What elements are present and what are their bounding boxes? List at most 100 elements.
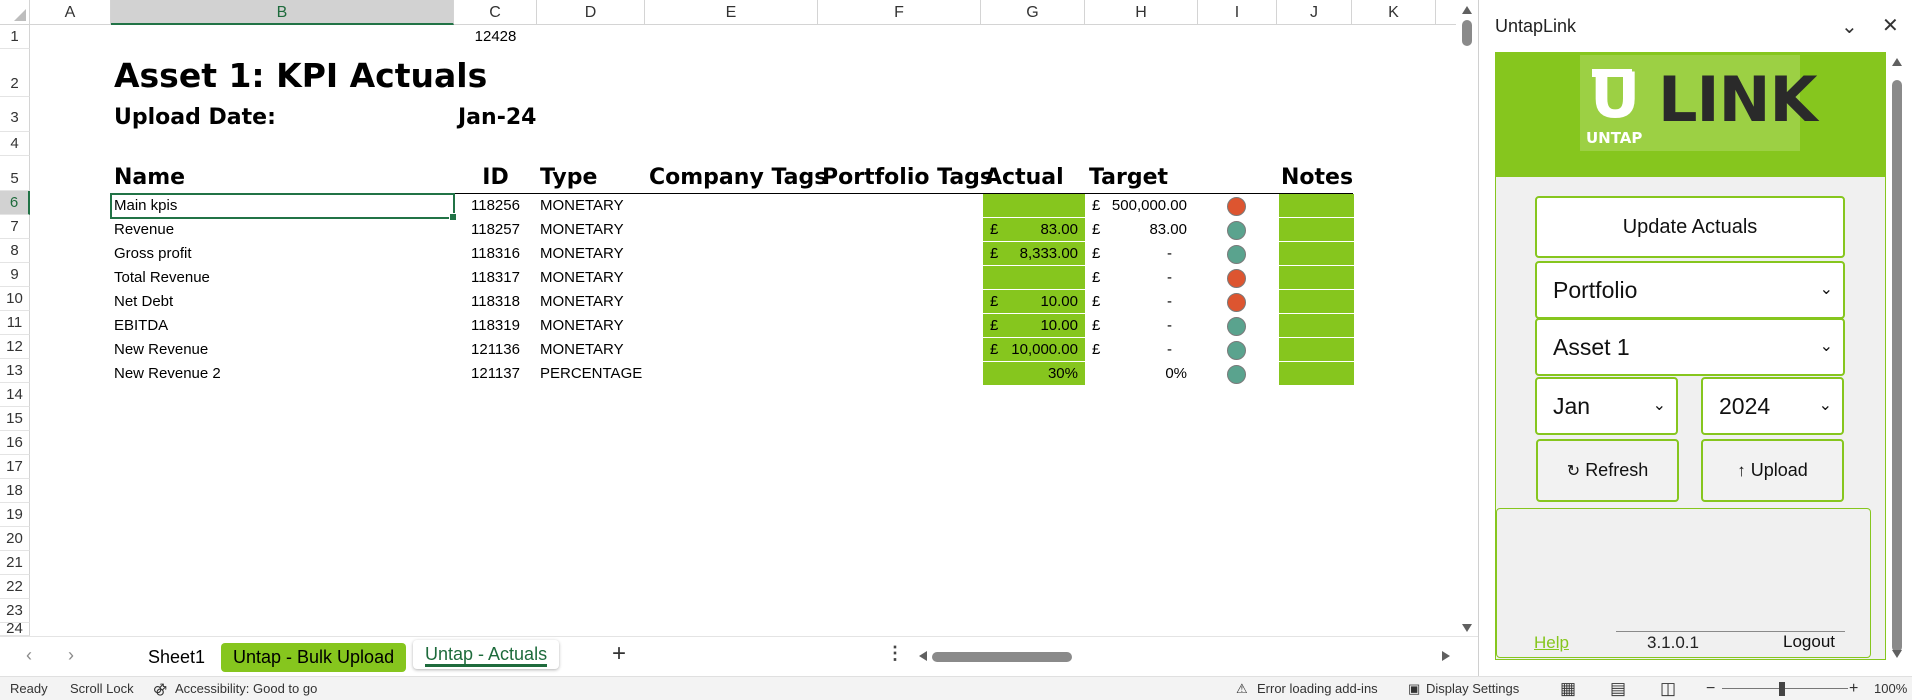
- pane-scroll-down-icon[interactable]: [1892, 650, 1902, 658]
- row-header[interactable]: 19: [0, 503, 30, 527]
- zoom-level[interactable]: 100%: [1874, 677, 1907, 700]
- kpi-id[interactable]: 118257: [454, 218, 537, 242]
- kpi-type[interactable]: MONETARY: [540, 314, 624, 338]
- more-options-icon[interactable]: ⋮: [886, 643, 904, 664]
- column-header-e[interactable]: E: [645, 0, 818, 25]
- target-value[interactable]: -: [1085, 314, 1172, 338]
- page-title[interactable]: Asset 1: KPI Actuals: [114, 56, 487, 96]
- notes-input-cell[interactable]: [1279, 266, 1354, 290]
- tab-bulk-upload[interactable]: Untap - Bulk Upload: [221, 643, 407, 672]
- scroll-left-arrow-icon[interactable]: [919, 651, 927, 661]
- kpi-type[interactable]: MONETARY: [540, 194, 624, 218]
- cell-c1[interactable]: 12428: [454, 25, 537, 49]
- asset-select[interactable]: Asset 1 ⌄: [1535, 318, 1845, 376]
- column-header-k[interactable]: K: [1352, 0, 1436, 25]
- row-header[interactable]: 2: [0, 49, 30, 97]
- row-header[interactable]: 8: [0, 239, 30, 263]
- row-header[interactable]: 4: [0, 132, 30, 156]
- kpi-id[interactable]: 118316: [454, 242, 537, 266]
- row-header[interactable]: 20: [0, 527, 30, 551]
- header-company-tags[interactable]: Company Tags: [649, 163, 827, 193]
- header-type[interactable]: Type: [540, 163, 597, 193]
- refresh-button[interactable]: ↻ Refresh: [1536, 439, 1679, 502]
- target-value[interactable]: -: [1085, 290, 1172, 314]
- row-header[interactable]: 21: [0, 551, 30, 575]
- kpi-id[interactable]: 121136: [454, 338, 537, 362]
- column-header-b[interactable]: B: [111, 0, 454, 25]
- kpi-name[interactable]: Revenue: [114, 218, 174, 242]
- scroll-up-arrow-icon[interactable]: [1462, 6, 1472, 14]
- zoom-slider-track[interactable]: [1722, 688, 1848, 689]
- actual-value[interactable]: 10,000.00: [983, 338, 1078, 362]
- status-display-settings[interactable]: Display Settings: [1426, 677, 1519, 700]
- kpi-name[interactable]: EBITDA: [114, 314, 168, 338]
- header-id[interactable]: ID: [454, 163, 537, 193]
- column-header-i[interactable]: I: [1198, 0, 1277, 25]
- column-header-d[interactable]: D: [537, 0, 645, 25]
- logout-link[interactable]: Logout: [1783, 632, 1835, 652]
- actual-value[interactable]: 30%: [983, 362, 1078, 386]
- scroll-down-arrow-icon[interactable]: [1462, 624, 1472, 632]
- target-value[interactable]: 83.00: [1085, 218, 1187, 242]
- selected-cell-b6[interactable]: [110, 193, 457, 221]
- upload-button[interactable]: ↑ Upload: [1701, 439, 1844, 502]
- row-header[interactable]: 14: [0, 383, 30, 407]
- kpi-type[interactable]: MONETARY: [540, 218, 624, 242]
- page-break-icon[interactable]: ◫: [1660, 677, 1676, 700]
- row-header[interactable]: 9: [0, 263, 30, 287]
- row-header[interactable]: 12: [0, 335, 30, 359]
- year-select[interactable]: 2024 ⌄: [1701, 377, 1844, 435]
- row-header[interactable]: 23: [0, 599, 30, 623]
- header-target[interactable]: Target: [1089, 163, 1168, 193]
- header-actual[interactable]: Actual: [985, 163, 1064, 193]
- column-header-c[interactable]: C: [454, 0, 537, 25]
- kpi-name[interactable]: Gross profit: [114, 242, 192, 266]
- notes-input-cell[interactable]: [1279, 314, 1354, 338]
- notes-input-cell[interactable]: [1279, 290, 1354, 314]
- actual-input-cell[interactable]: [983, 194, 1085, 218]
- pane-scrollbar[interactable]: [1889, 52, 1905, 660]
- row-header[interactable]: 6: [0, 191, 30, 215]
- target-value[interactable]: -: [1085, 242, 1172, 266]
- column-header-h[interactable]: H: [1085, 0, 1198, 25]
- pane-scroll-thumb[interactable]: [1892, 80, 1902, 652]
- column-header-j[interactable]: J: [1277, 0, 1352, 25]
- kpi-name[interactable]: New Revenue 2: [114, 362, 221, 386]
- zoom-out-icon[interactable]: −: [1706, 677, 1715, 700]
- scroll-right-arrow-icon[interactable]: [1442, 651, 1450, 661]
- upload-date-value[interactable]: Jan-24: [458, 103, 536, 133]
- normal-view-icon[interactable]: ▦: [1560, 677, 1576, 700]
- column-header-f[interactable]: F: [818, 0, 981, 25]
- kpi-type[interactable]: MONETARY: [540, 242, 624, 266]
- row-header[interactable]: 22: [0, 575, 30, 599]
- portfolio-select[interactable]: Portfolio ⌄: [1535, 261, 1845, 319]
- kpi-id[interactable]: 118256: [454, 194, 537, 218]
- page-layout-icon[interactable]: ▤: [1610, 677, 1626, 700]
- header-notes[interactable]: Notes: [1281, 163, 1353, 193]
- column-header-l[interactable]: [1436, 0, 1456, 25]
- actual-input-cell[interactable]: [983, 266, 1085, 290]
- update-actuals-button[interactable]: Update Actuals: [1535, 196, 1845, 258]
- row-header[interactable]: 18: [0, 479, 30, 503]
- column-header-g[interactable]: G: [981, 0, 1085, 25]
- header-name[interactable]: Name: [114, 163, 185, 193]
- actual-value[interactable]: 10.00: [983, 290, 1078, 314]
- zoom-in-icon[interactable]: +: [1849, 677, 1858, 700]
- kpi-type[interactable]: PERCENTAGE: [540, 362, 642, 386]
- status-scroll-lock[interactable]: Scroll Lock: [70, 677, 134, 700]
- tab-actuals[interactable]: Untap - Actuals: [413, 640, 560, 669]
- kpi-name[interactable]: Net Debt: [114, 290, 173, 314]
- next-sheet-icon[interactable]: ›: [68, 645, 74, 666]
- vertical-scroll-thumb[interactable]: [1462, 20, 1472, 46]
- notes-input-cell[interactable]: [1279, 194, 1354, 218]
- kpi-type[interactable]: MONETARY: [540, 266, 624, 290]
- actual-value[interactable]: 83.00: [983, 218, 1078, 242]
- close-icon[interactable]: ✕: [1882, 13, 1899, 38]
- help-link[interactable]: Help: [1534, 633, 1569, 653]
- row-header[interactable]: 13: [0, 359, 30, 383]
- pane-options-chevron-icon[interactable]: ⌄: [1841, 14, 1858, 39]
- pane-scroll-up-icon[interactable]: [1892, 58, 1902, 66]
- kpi-name[interactable]: Total Revenue: [114, 266, 210, 290]
- kpi-id[interactable]: 118318: [454, 290, 537, 314]
- notes-input-cell[interactable]: [1279, 362, 1354, 386]
